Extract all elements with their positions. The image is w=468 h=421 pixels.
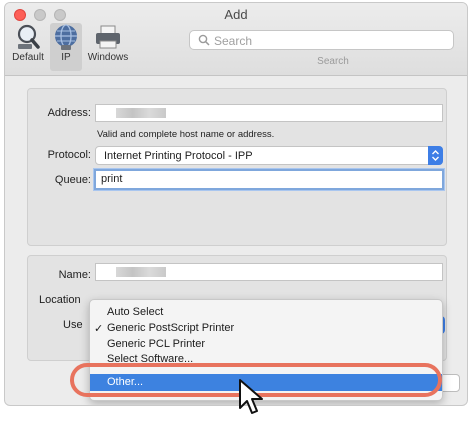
- toolbar-default-label: Default: [12, 52, 44, 63]
- menu-item-auto-select[interactable]: Auto Select: [90, 304, 442, 320]
- globe-icon: [55, 24, 77, 50]
- protocol-label: Protocol:: [47, 149, 91, 161]
- toolbar-default-button[interactable]: Default: [9, 23, 47, 71]
- name-label: Name:: [58, 269, 91, 281]
- window-title: Add: [224, 7, 248, 22]
- protocol-popup[interactable]: Internet Printing Protocol - IPP: [95, 146, 443, 165]
- address-hint: Valid and complete host name or address.: [97, 129, 275, 140]
- toolbar-ip-button[interactable]: IP: [50, 23, 82, 71]
- menu-item-label: Generic PostScript Printer: [107, 322, 235, 334]
- search-field[interactable]: Search: [189, 30, 454, 50]
- menu-item-label: Generic PCL Printer: [107, 338, 206, 350]
- address-field[interactable]: [95, 104, 443, 122]
- name-field[interactable]: [95, 263, 443, 281]
- search-label: Search: [317, 56, 349, 67]
- queue-field[interactable]: print: [94, 169, 444, 190]
- checkmark-icon: ✓: [94, 323, 104, 335]
- popup-arrows-icon: [428, 146, 443, 165]
- protocol-value: Internet Printing Protocol - IPP: [104, 150, 253, 162]
- search-placeholder: Search: [214, 34, 253, 48]
- address-label: Address:: [47, 107, 91, 119]
- search-icon: [198, 34, 210, 46]
- default-printer-icon: [17, 24, 40, 49]
- queue-value: print: [101, 173, 123, 185]
- use-label: Use: [63, 319, 83, 331]
- menu-item-label: Auto Select: [107, 306, 164, 318]
- add-printer-window: Add Default IP Windows Search Search Add…: [4, 2, 468, 406]
- windows-printer-icon: [96, 25, 120, 49]
- mouse-pointer-icon: [239, 379, 263, 414]
- toolbar-ip-label: IP: [61, 52, 71, 63]
- queue-label: Queue:: [54, 174, 91, 186]
- toolbar-windows-label: Windows: [87, 52, 129, 63]
- name-redacted: [116, 267, 166, 277]
- menu-item-generic-pcl[interactable]: Generic PCL Printer: [90, 336, 442, 352]
- toolbar: Add Default IP Windows Search Search: [5, 3, 467, 76]
- location-label: Location: [39, 294, 81, 306]
- menu-item-generic-postscript[interactable]: ✓ Generic PostScript Printer: [90, 320, 442, 336]
- toolbar-windows-button[interactable]: Windows: [84, 23, 132, 71]
- address-redacted: [116, 108, 166, 118]
